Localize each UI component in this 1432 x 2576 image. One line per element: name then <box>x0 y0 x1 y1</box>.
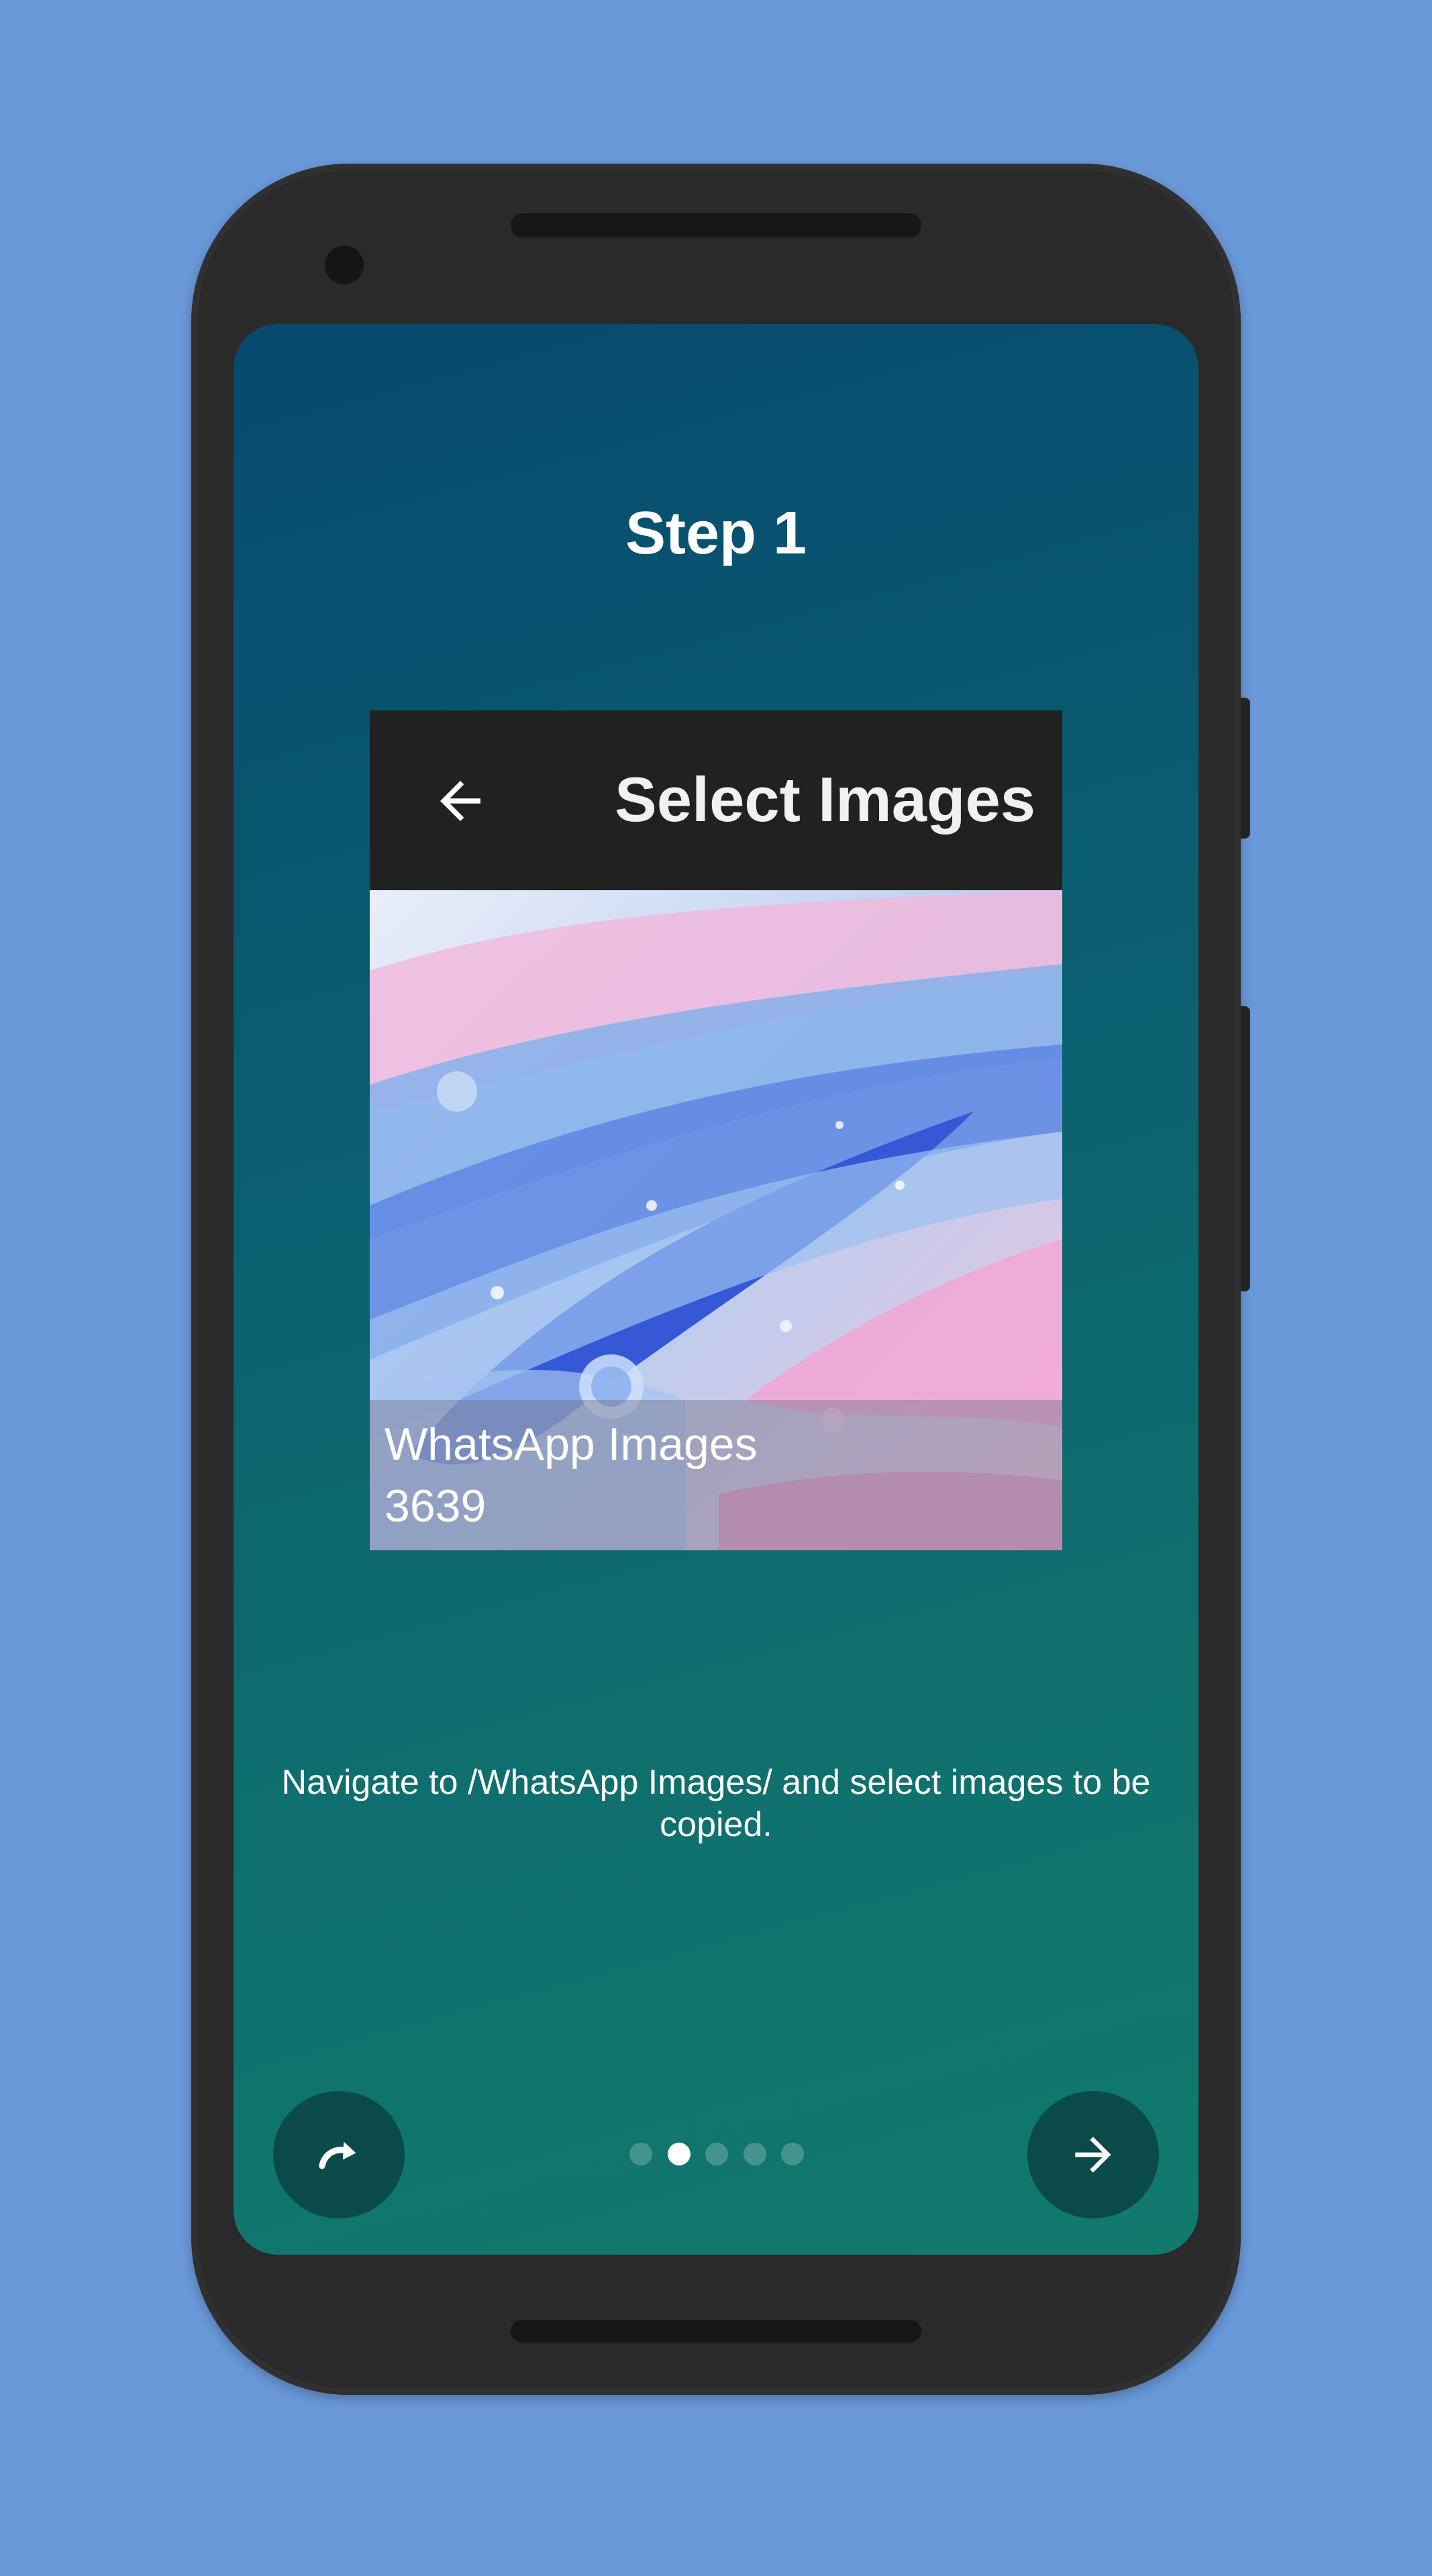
page-dot[interactable] <box>705 2143 728 2165</box>
instruction-illustration: Select Images WhatsApp Images 3639 <box>370 710 1062 1550</box>
front-camera <box>325 246 364 284</box>
folder-caption: WhatsApp Images 3639 <box>370 1400 1062 1550</box>
folder-count: 3639 <box>385 1481 487 1532</box>
arrow-forward-icon <box>1075 2137 1111 2173</box>
redo-arrow-icon <box>319 2141 356 2169</box>
arrow-back-icon <box>440 781 480 821</box>
illustration-toolbar-title: Select Images <box>615 764 1036 835</box>
earpiece-speaker <box>511 213 921 237</box>
page-dot[interactable] <box>629 2143 652 2165</box>
folder-name: WhatsApp Images <box>385 1419 758 1470</box>
step-description: Navigate to /WhatsApp Images/ and select… <box>281 1763 1151 1844</box>
bottom-speaker <box>511 2320 921 2343</box>
page-dot[interactable] <box>781 2143 804 2165</box>
page-dot[interactable] <box>743 2143 766 2165</box>
next-button[interactable] <box>1027 2091 1159 2218</box>
onboarding-screen: Step 1 Select Images WhatsApp Images 363… <box>234 324 1198 2255</box>
skip-button[interactable] <box>273 2091 405 2218</box>
page-dot-active[interactable] <box>667 2143 691 2165</box>
page-indicator <box>629 2141 804 2167</box>
illustration-toolbar: Select Images <box>370 710 1062 890</box>
step-title: Step 1 <box>625 500 807 567</box>
